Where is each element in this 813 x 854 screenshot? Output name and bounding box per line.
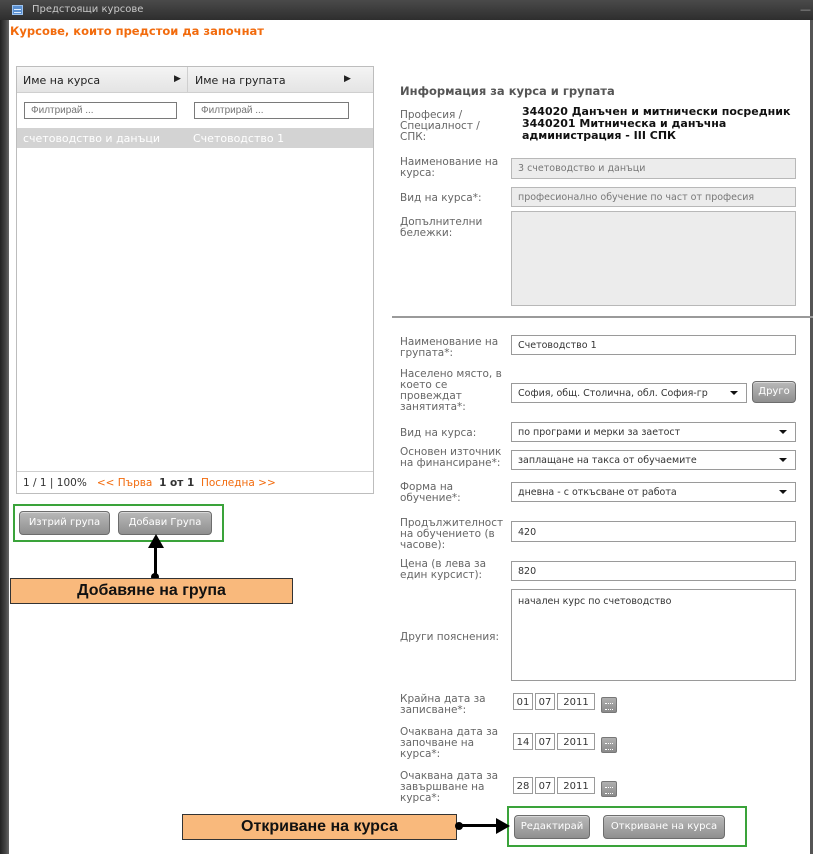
pager-text: 1 / 1 | 100% << Първа 1 от 1 Последна >>	[23, 477, 276, 489]
column-separator	[187, 67, 188, 92]
table-icon	[12, 5, 23, 15]
enroll-end-label: Крайна дата за записване*:	[400, 693, 486, 716]
arrow-shaft	[154, 546, 157, 576]
end-day[interactable]: 28	[513, 777, 533, 794]
start-year[interactable]: 2011	[557, 733, 595, 750]
calendar-icon[interactable]	[601, 737, 617, 753]
enroll-end-day[interactable]: 01	[513, 693, 533, 710]
duration-label: Продължителност на обучението (в часове)…	[400, 517, 504, 551]
notes-label: Допълнителни бележки:	[400, 216, 483, 239]
course-name-field: 3 счетоводство и данъци	[511, 158, 796, 179]
filter-group-input[interactable]	[194, 102, 349, 119]
window-title: Предстоящи курсове	[32, 4, 144, 15]
course-name-label: Наименование на курса:	[400, 156, 499, 179]
courses-grid: Име на курса ▶ Име на групата ▶ счетовод…	[16, 66, 374, 494]
pager-first-link[interactable]: << Първа	[97, 477, 153, 489]
start-day[interactable]: 14	[513, 733, 533, 750]
other-notes-label: Други пояснения:	[400, 631, 500, 643]
course-type-field: професионално обучение по част от профес…	[511, 187, 796, 207]
minimize-button[interactable]: —	[800, 3, 811, 16]
delete-group-button[interactable]: Изтрий група	[19, 511, 110, 535]
price-input[interactable]: 820	[511, 561, 796, 581]
arrow-right-icon	[496, 818, 510, 834]
calendar-icon[interactable]	[601, 697, 617, 713]
end-month[interactable]: 07	[535, 777, 555, 794]
end-year[interactable]: 2011	[557, 777, 595, 794]
callout-open-course: Откриване на курса	[182, 814, 457, 840]
cell-course-name: счетоводство и данъци	[23, 132, 161, 145]
end-date: 28 07 2011	[513, 777, 623, 797]
start-date: 14 07 2011	[513, 733, 623, 753]
enroll-end-month[interactable]: 07	[535, 693, 555, 710]
start-date-label: Очаквана дата за започване на курса*:	[400, 726, 499, 760]
filter-course-input[interactable]	[24, 102, 177, 119]
window-left-border	[0, 20, 9, 854]
pager-last-link[interactable]: Последна >>	[201, 477, 276, 489]
duration-input[interactable]: 420	[511, 521, 796, 542]
place-label: Населено място, в което се провеждат зан…	[400, 368, 502, 413]
grid-header: Име на курса ▶ Име на групата ▶	[17, 67, 373, 93]
grid-pager: 1 / 1 | 100% << Първа 1 от 1 Последна >>	[17, 471, 373, 494]
price-label: Цена (в лева за един курсист):	[400, 558, 487, 581]
calendar-icon[interactable]	[601, 781, 617, 797]
pager-summary: 1 / 1 | 100%	[23, 477, 87, 489]
course-kind-select[interactable]: по програми и мерки за заетост	[511, 422, 796, 442]
open-course-button[interactable]: Откриване на курса	[603, 815, 725, 839]
group-name-input[interactable]: Счетоводство 1	[511, 335, 796, 355]
pager-page: 1 от 1	[159, 477, 195, 489]
notes-field	[511, 211, 796, 306]
column-header-group[interactable]: Име на групата	[195, 74, 286, 87]
table-row[interactable]: счетоводство и данъци Счетоводство 1	[17, 128, 373, 148]
course-kind-label: Вид на курса:	[400, 427, 477, 439]
other-place-button[interactable]: Друго	[752, 381, 796, 403]
callout-add-group: Добавяне на група	[10, 578, 293, 604]
section-title: Курсове, които предстои да започнат	[10, 24, 264, 38]
profession-label: Професия / Специалност / СПК:	[400, 109, 480, 143]
form-label: Форма на обучение*:	[400, 481, 461, 504]
info-title: Информация за курса и групата	[400, 84, 615, 98]
place-select[interactable]: София, общ. Столична, обл. София-гр	[511, 383, 747, 403]
section-divider	[392, 316, 813, 318]
cell-group-name: Счетоводство 1	[193, 132, 285, 145]
caret-right-icon[interactable]: ▶	[174, 74, 181, 84]
enroll-end-date: 01 07 2011	[513, 693, 623, 713]
column-header-course[interactable]: Име на курса	[23, 74, 100, 87]
start-month[interactable]: 07	[535, 733, 555, 750]
arrow-shaft	[460, 824, 498, 827]
edit-button[interactable]: Редактирай	[514, 815, 590, 839]
window-titlebar: Предстоящи курсове —	[0, 0, 813, 20]
funding-select[interactable]: заплащане на такса от обучаемите	[511, 450, 796, 470]
group-name-label: Наименование на групата*:	[400, 336, 499, 359]
other-notes-textarea[interactable]: начален курс по счетоводство	[511, 589, 796, 681]
profession-value: 344020 Данъчен и митнически посредник 34…	[522, 105, 791, 142]
form-select[interactable]: дневна - с откъсване от работа	[511, 482, 796, 502]
course-type-label: Вид на курса*:	[400, 192, 482, 204]
end-date-label: Очаквана дата за завършване на курса*:	[400, 770, 499, 804]
add-group-button[interactable]: Добави Група	[118, 511, 212, 535]
funding-label: Основен източник на финансиране*:	[400, 446, 502, 469]
caret-right-icon[interactable]: ▶	[344, 74, 351, 84]
enroll-end-year[interactable]: 2011	[557, 693, 595, 710]
